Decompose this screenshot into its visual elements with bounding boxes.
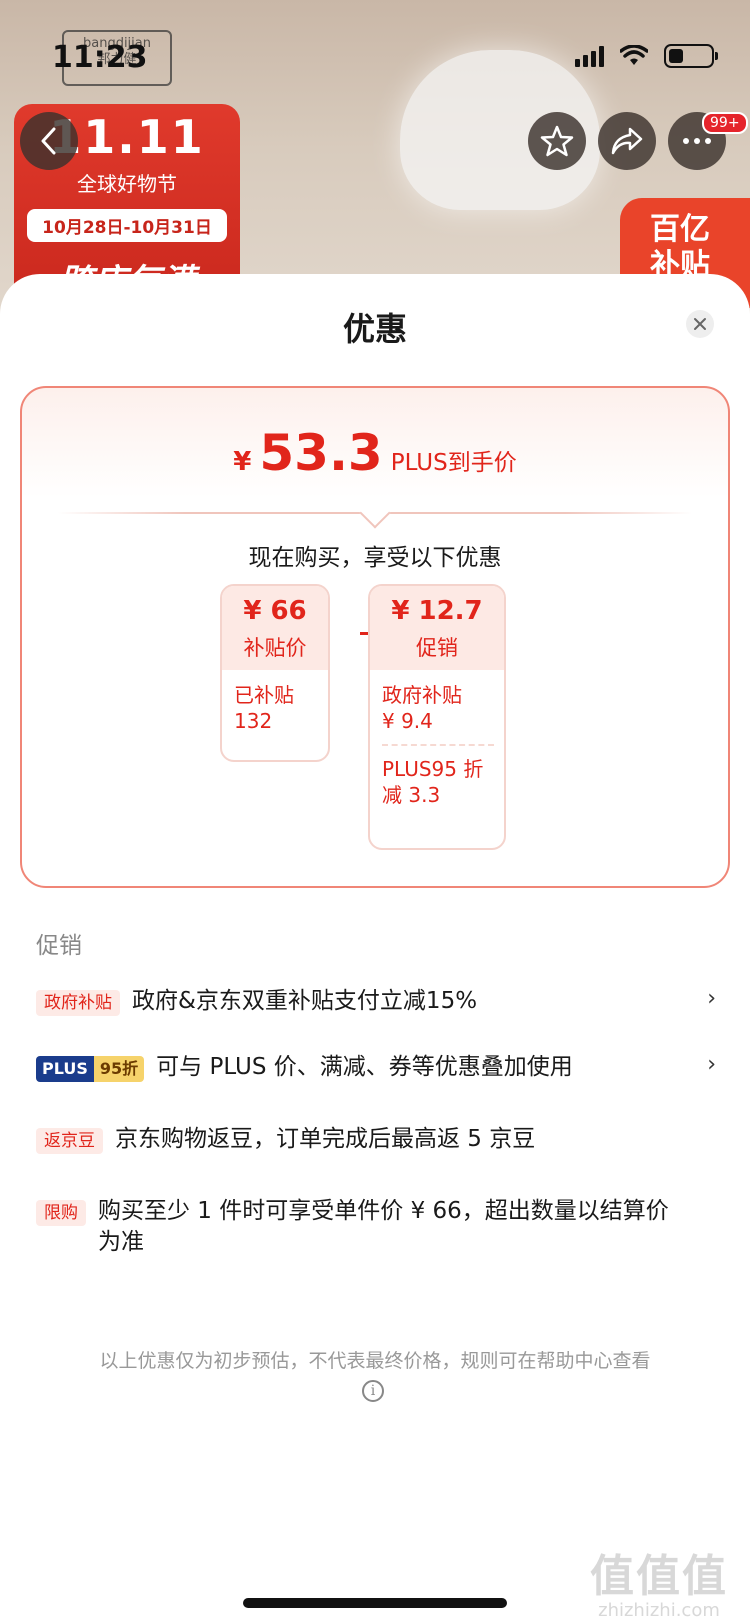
site-watermark: 值值值 zhizhizhi.com	[590, 1540, 728, 1621]
promotion-row-gov-subsidy[interactable]: 政府补贴 政府&京东双重补贴支付立减15% ›	[36, 986, 716, 1017]
info-icon[interactable]: i	[362, 1380, 384, 1402]
buy-now-text: 现在购买，享受以下优惠	[248, 545, 502, 571]
plus-discount-tag: PLUS 95折	[36, 1056, 145, 1082]
promotion-text: 可与 PLUS 价、满减、券等优惠叠加使用	[156, 1054, 573, 1080]
promotion-section-title: 促销	[36, 933, 82, 959]
promotion-box: ¥ 12.7 促销 政府补贴 ¥ 9.4 PLUS95 折 减 3.3	[368, 584, 506, 850]
promotion-text: 购买至少 1 件时可享受单件价 ¥ 66，超出数量以结算价为准	[98, 1198, 669, 1255]
final-price-amount: 53.3	[259, 424, 383, 482]
chevron-left-icon	[41, 127, 56, 155]
subsidy-price-caption: 补贴价	[243, 636, 307, 660]
plus-discount-amount: 减 3.3	[382, 783, 441, 807]
status-time: 11:23	[52, 40, 148, 75]
subsidized-amount: 132	[234, 709, 273, 733]
more-dots-icon	[683, 138, 711, 144]
disclaimer-text: 以上优惠仅为初步预估，不代表最终价格，规则可在帮助中心查看	[99, 1350, 651, 1372]
promotion-row-plus[interactable]: PLUS 95折 可与 PLUS 价、满减、券等优惠叠加使用 ›	[36, 1052, 716, 1083]
subsidized-label: 已补贴	[234, 683, 294, 707]
share-icon	[611, 127, 643, 155]
home-indicator[interactable]	[243, 1598, 507, 1608]
plus-discount-label: PLUS95 折	[382, 757, 484, 781]
final-price-label: PLUS到手价	[390, 450, 517, 476]
promotion-caption: 促销	[416, 636, 458, 660]
subsidy-price-box: ¥ 66 补贴价 已补贴 132	[220, 584, 330, 762]
currency-symbol: ¥	[233, 447, 252, 477]
subsidy-price-detail: 已补贴 132	[222, 670, 328, 744]
subsidy-price-amount: ¥ 66	[243, 596, 307, 626]
promotion-text: 政府&京东双重补贴支付立减15%	[132, 988, 478, 1014]
promotion-row-jingdou: 返京豆 京东购物返豆，订单完成后最高返 5 京豆	[36, 1124, 716, 1155]
promotion-row-purchase-limit: 限购 购买至少 1 件时可享受单件价 ¥ 66，超出数量以结算价为准	[36, 1196, 686, 1258]
wifi-icon	[620, 45, 648, 65]
final-price: ¥53.3 PLUS到手价	[22, 424, 728, 482]
price-breakdown-card: ¥53.3 PLUS到手价 现在购买，享受以下优惠 ¥ 66 补贴价 已补贴 13…	[20, 386, 730, 888]
watermark-url: zhizhizhi.com	[598, 1600, 720, 1621]
promotion-amount: ¥ 12.7	[391, 596, 483, 626]
chevron-right-icon: ›	[707, 1052, 716, 1077]
close-button[interactable]	[686, 310, 714, 338]
favorite-button[interactable]	[528, 112, 586, 170]
battery-icon	[664, 44, 718, 68]
plus-tag-label: PLUS	[36, 1056, 94, 1082]
watermark-logo: 值值值	[590, 1551, 728, 1602]
promotion-tag: 限购	[36, 1200, 86, 1226]
promotion-tag: 政府补贴	[36, 990, 120, 1016]
back-button[interactable]	[20, 112, 78, 170]
discount-sheet: 优惠 ¥53.3 PLUS到手价 现在购买，享受以下优惠 ¥ 66 补贴价 已补贴…	[0, 274, 750, 1624]
chevron-right-icon: ›	[707, 986, 716, 1011]
divider-notch	[359, 497, 391, 529]
promotion-head: ¥ 12.7 促销	[370, 586, 504, 670]
subsidy-price-head: ¥ 66 补贴价	[222, 586, 328, 670]
star-icon	[540, 125, 574, 157]
cellular-signal-icon	[575, 45, 604, 67]
gov-subsidy-amount: ¥ 9.4	[382, 709, 433, 733]
promo-subtitle: 全球好物节	[77, 172, 177, 196]
discount-tag-label: 95折	[93, 1056, 145, 1082]
dashed-separator	[382, 744, 494, 746]
promotion-tag: 返京豆	[36, 1128, 103, 1154]
sheet-title: 优惠	[342, 310, 407, 348]
share-button[interactable]	[598, 112, 656, 170]
gov-subsidy-label: 政府补贴	[382, 683, 462, 707]
status-icons	[575, 44, 718, 68]
promotion-text: 京东购物返豆，订单完成后最高返 5 京豆	[115, 1126, 536, 1152]
promo-date: 10月28日-10月31日	[27, 209, 227, 242]
close-icon	[694, 318, 706, 330]
promotion-detail: 政府补贴 ¥ 9.4 PLUS95 折 减 3.3	[370, 670, 504, 818]
message-count-badge: 99+	[702, 112, 748, 134]
